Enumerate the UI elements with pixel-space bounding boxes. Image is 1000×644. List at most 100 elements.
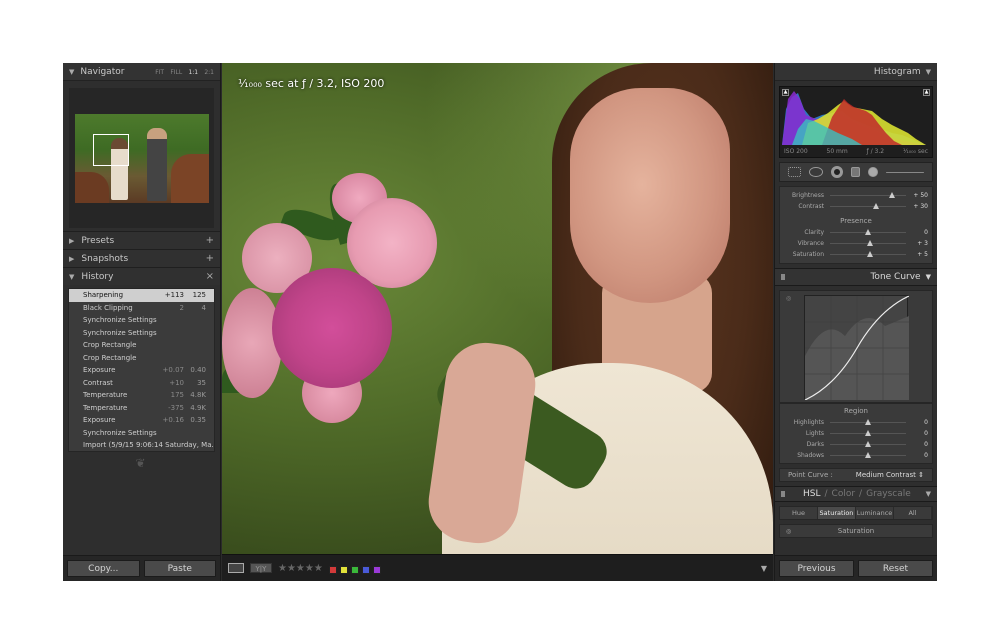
slider-value[interactable]: + 50 [906,192,928,199]
history-row[interactable]: Synchronize Settings [69,327,214,340]
point-curve-select[interactable]: Medium Contrast ⇕ [856,471,924,479]
hsl-header[interactable]: HSL / Color / Grayscale ▼ [775,486,937,502]
add-preset-icon[interactable]: + [206,235,214,246]
slider-knob[interactable] [872,203,879,209]
slider-knob[interactable] [865,419,871,425]
slider-knob[interactable] [865,452,871,458]
toolbar-menu-icon[interactable]: ▼ [761,564,767,573]
history-row[interactable]: Crop Rectangle [69,339,214,352]
paste-button[interactable]: Paste [143,560,216,577]
slider-track[interactable] [830,251,906,257]
slider-track[interactable] [830,203,906,209]
history-row[interactable]: Exposure +0.16 0.35 [69,414,214,427]
navigator-preview[interactable] [69,88,214,228]
targeted-adjust-icon[interactable]: ◎ [786,295,791,302]
point-curve-row[interactable]: Point Curve : Medium Contrast ⇕ [779,468,933,482]
zoom-fit[interactable]: FIT [155,69,164,76]
slider-value[interactable]: 0 [906,229,928,236]
tab-luminance[interactable]: Luminance [856,507,894,519]
slider-value[interactable]: 0 [906,419,928,426]
histogram[interactable]: ▲ ▲ ISO 200 50 mm ƒ / 3.2 ¹⁄₁₀₀₀ sec [779,86,933,158]
targeted-adjust-icon[interactable]: ◎ [786,528,791,535]
collapse-triangle-icon[interactable]: ▼ [926,273,931,281]
reset-button[interactable]: Reset [858,560,933,577]
adjustment-brush-icon[interactable] [868,167,878,177]
navigator-header[interactable]: ▼ Navigator FIT FILL 1:1 2:1 [63,63,220,81]
slider-track[interactable] [830,229,906,235]
color-label-swatch[interactable] [328,565,337,574]
hsl-tab[interactable]: HSL [803,489,821,499]
history-delta: -375 [168,403,184,412]
slider-knob[interactable] [866,240,873,246]
presets-header[interactable]: ▶ Presets + [63,231,220,249]
histogram-header[interactable]: Histogram ▼ [775,63,937,81]
history-step-label: Import (5/9/15 9:06:14 Saturday, Ma... [83,441,214,450]
history-row[interactable]: Import (5/9/15 9:06:14 Saturday, Ma... [69,439,214,452]
collapse-triangle-icon[interactable]: ▼ [69,68,74,76]
history-row[interactable]: Exposure +0.07 0.40 [69,364,214,377]
slider-track[interactable] [830,419,906,425]
color-label-swatch[interactable] [339,565,348,574]
slider-value[interactable]: 0 [906,430,928,437]
slider-knob[interactable] [865,441,871,447]
main-photo[interactable]: ¹⁄₁₀₀₀ sec at ƒ / 3.2, ISO 200 [222,63,773,554]
history-row[interactable]: Synchronize Settings [69,314,214,327]
slider-knob[interactable] [889,192,896,198]
color-label-swatch[interactable] [372,565,381,574]
history-row[interactable]: Contrast +10 35 [69,377,214,390]
color-tab[interactable]: Color [832,489,856,499]
panel-switch-icon[interactable] [781,491,785,497]
tab-saturation[interactable]: Saturation [818,507,856,519]
slider-track[interactable] [830,441,906,447]
history-row[interactable]: Black Clipping 2 4 [69,302,214,315]
slider-value[interactable]: + 30 [906,203,928,210]
slider-value[interactable]: 0 [906,452,928,459]
add-snapshot-icon[interactable]: + [206,253,214,264]
previous-button[interactable]: Previous [779,560,854,577]
graduated-filter-icon[interactable] [850,167,861,177]
spot-removal-icon[interactable] [809,167,823,177]
red-eye-icon[interactable] [830,166,843,178]
history-step-label: Black Clipping [83,303,133,312]
collapse-triangle-icon[interactable]: ▼ [926,490,931,498]
tab-hue[interactable]: Hue [780,507,818,519]
color-label-swatch[interactable] [361,565,370,574]
zoom-2-1[interactable]: 2:1 [204,69,214,76]
grayscale-tab[interactable]: Grayscale [866,489,911,499]
history-row[interactable]: Temperature 175 4.8K [69,389,214,402]
slider-knob[interactable] [865,430,871,436]
zoom-selection-box[interactable] [92,133,129,166]
tone-curve-graph[interactable]: ◎ [779,290,933,403]
slider-track[interactable] [830,192,906,198]
snapshots-header[interactable]: ▶ Snapshots + [63,249,220,267]
zoom-1-1[interactable]: 1:1 [188,69,198,76]
collapse-triangle-icon[interactable]: ▼ [926,68,931,76]
slider-value[interactable]: + 3 [906,240,928,247]
history-row[interactable]: Temperature -375 4.9K [69,402,214,415]
copy-button[interactable]: Copy... [67,560,140,577]
slider-value[interactable]: + 5 [906,251,928,258]
tone-curve-header[interactable]: Tone Curve ▼ [775,268,937,286]
history-value: 4 [201,303,206,312]
slider-value[interactable]: 0 [906,441,928,448]
slider-knob[interactable] [867,251,874,257]
rating-stars[interactable]: ★★★★★ [278,563,323,574]
history-row[interactable]: Synchronize Settings [69,427,214,440]
color-label-swatch[interactable] [350,565,359,574]
tool-strip [779,162,933,182]
slider-knob[interactable] [865,229,871,235]
panel-switch-icon[interactable] [781,274,785,280]
history-row[interactable]: Crop Rectangle [69,352,214,365]
history-row[interactable]: Sharpening +113 125 [69,289,214,302]
slider-track[interactable] [830,430,906,436]
slider-track[interactable] [830,452,906,458]
slider-track[interactable] [830,240,906,246]
history-header[interactable]: ▼ History × [63,267,220,285]
before-after-icon[interactable]: Y|Y [250,563,272,573]
crop-tool-icon[interactable] [788,167,802,177]
navigator-thumbnail[interactable] [74,113,209,203]
zoom-fill[interactable]: FILL [170,69,182,76]
loupe-view-icon[interactable] [228,563,244,573]
tab-all[interactable]: All [894,507,932,519]
clear-history-icon[interactable]: × [206,271,214,282]
